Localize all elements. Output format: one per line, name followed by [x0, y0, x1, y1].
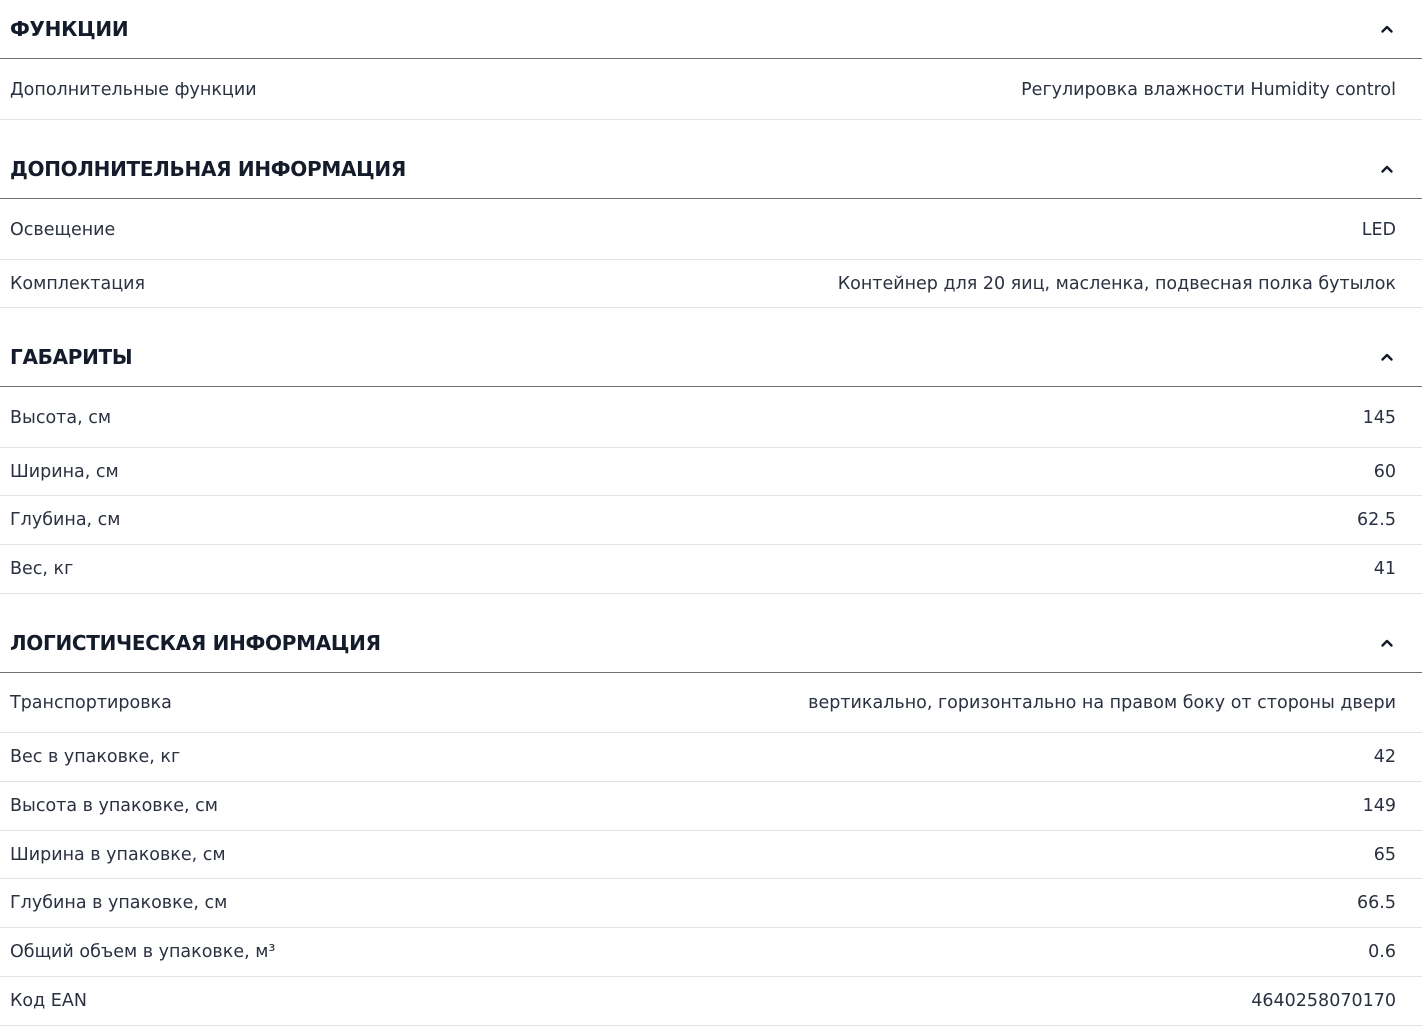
spec-label: Дополнительные функции	[10, 79, 257, 100]
spec-value: 149	[1362, 796, 1396, 816]
spec-row: Дополнительные функции Регулировка влажн…	[0, 60, 1422, 120]
spec-value: 60	[1373, 461, 1396, 482]
spec-label: Общий объем в упаковке, м³	[10, 942, 276, 962]
spec-row: Ширина в упаковке, см 65	[0, 831, 1422, 879]
spec-value: 4640258070170	[1251, 991, 1396, 1011]
chevron-up-icon[interactable]	[1380, 22, 1394, 36]
chevron-up-icon[interactable]	[1380, 636, 1394, 650]
spec-value: 41	[1373, 559, 1396, 579]
spec-value: LED	[1361, 219, 1396, 240]
spec-label: Код EAN	[10, 991, 87, 1011]
spec-label: Вес в упаковке, кг	[10, 747, 181, 767]
spec-value: 65	[1373, 844, 1396, 865]
spec-label: Глубина в упаковке, см	[10, 893, 228, 913]
spec-label: Транспортировка	[10, 693, 172, 713]
spec-row: Ширина, см 60	[0, 448, 1422, 496]
spec-value: Контейнер для 20 яиц, масленка, подвесна…	[837, 273, 1396, 294]
section-header-additional-info[interactable]: ДОПОЛНИТЕЛЬНАЯ ИНФОРМАЦИЯ	[0, 140, 1422, 199]
spec-row: Транспортировка вертикально, горизонталь…	[0, 674, 1422, 733]
spec-label: Высота, см	[10, 407, 112, 428]
spec-row: Глубина, см 62.5	[0, 496, 1422, 545]
spec-value: 66.5	[1357, 893, 1396, 913]
spec-row: Вес, кг 41	[0, 545, 1422, 594]
spec-row: Вес в упаковке, кг 42	[0, 733, 1422, 782]
chevron-up-icon[interactable]	[1380, 162, 1394, 176]
section-header-dimensions[interactable]: ГАБАРИТЫ	[0, 328, 1422, 387]
spec-row: Код EAN 4640258070170	[0, 977, 1422, 1026]
spec-value: вертикально, горизонтально на правом бок…	[808, 693, 1396, 713]
spec-label: Глубина, см	[10, 510, 121, 530]
section-title: ГАБАРИТЫ	[10, 345, 133, 369]
section-title: ДОПОЛНИТЕЛЬНАЯ ИНФОРМАЦИЯ	[10, 157, 406, 181]
spec-row: Высота в упаковке, см 149	[0, 782, 1422, 831]
section-title: ФУНКЦИИ	[10, 17, 129, 41]
spec-value: 62.5	[1357, 510, 1396, 530]
spec-value: 42	[1373, 747, 1396, 767]
section-title: ЛОГИСТИЧЕСКАЯ ИНФОРМАЦИЯ	[10, 631, 381, 655]
spec-value: 145	[1362, 407, 1396, 428]
section-header-functions[interactable]: ФУНКЦИИ	[0, 0, 1422, 59]
spec-label: Комплектация	[10, 273, 146, 294]
spec-label: Освещение	[10, 219, 116, 240]
spec-row: Комплектация Контейнер для 20 яиц, масле…	[0, 260, 1422, 308]
spec-row: Общий объем в упаковке, м³ 0.6	[0, 928, 1422, 977]
chevron-up-icon[interactable]	[1380, 350, 1394, 364]
spec-value: Регулировка влажности Humidity control	[1021, 79, 1396, 100]
spec-row: Высота, см 145	[0, 388, 1422, 448]
spec-label: Высота в упаковке, см	[10, 796, 218, 816]
spec-label: Ширина, см	[10, 461, 119, 482]
spec-row: Глубина в упаковке, см 66.5	[0, 879, 1422, 928]
spec-value: 0.6	[1368, 942, 1396, 962]
spec-label: Вес, кг	[10, 559, 74, 579]
section-header-logistics[interactable]: ЛОГИСТИЧЕСКАЯ ИНФОРМАЦИЯ	[0, 614, 1422, 673]
spec-row: Освещение LED	[0, 200, 1422, 260]
spec-label: Ширина в упаковке, см	[10, 844, 226, 865]
